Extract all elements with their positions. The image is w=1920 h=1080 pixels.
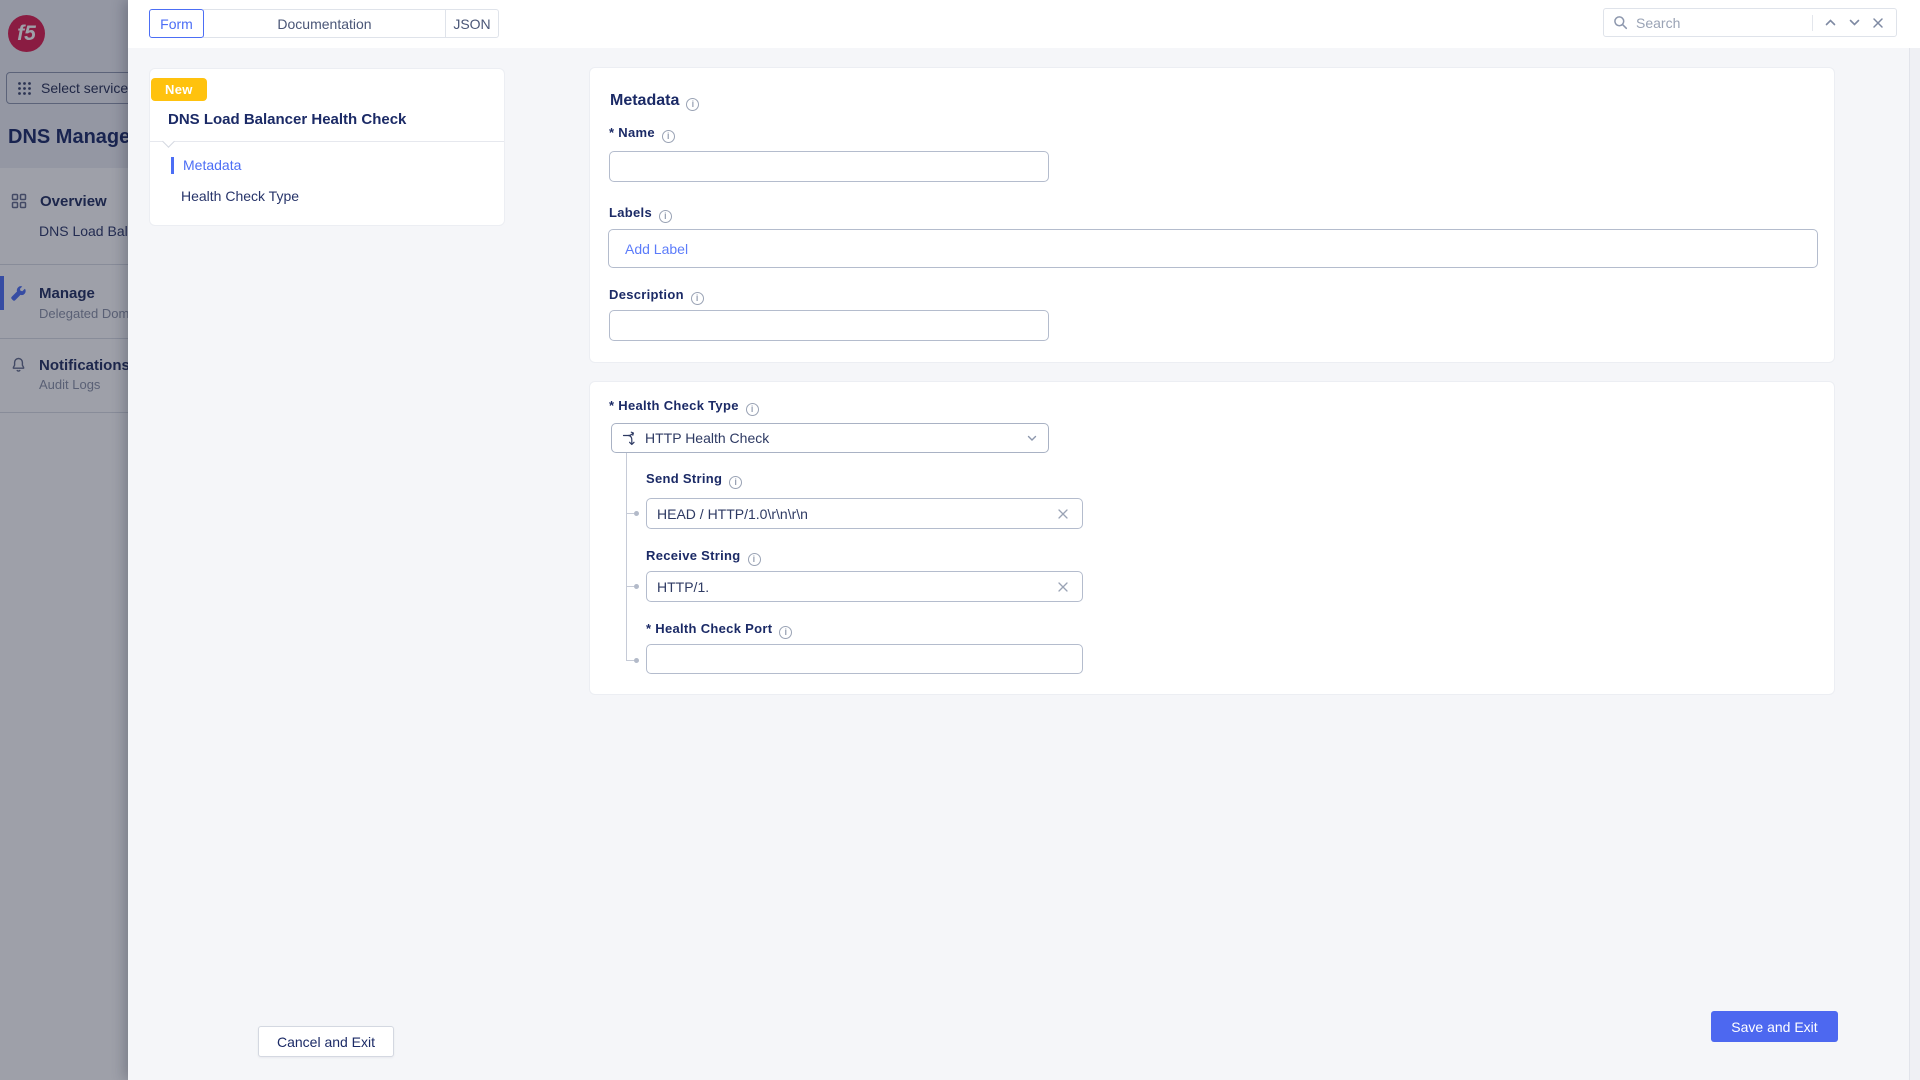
info-icon[interactable]: i <box>746 403 759 416</box>
cancel-and-exit-button[interactable]: Cancel and Exit <box>258 1026 394 1057</box>
section-notch <box>162 135 175 148</box>
tree-connector-dot <box>634 584 639 589</box>
info-icon[interactable]: i <box>659 210 672 223</box>
health-check-port-input[interactable] <box>646 644 1083 674</box>
health-check-port-label: * Health Check Porti <box>646 621 792 639</box>
tree-connector <box>626 453 627 660</box>
chevron-down-icon <box>1026 432 1038 444</box>
info-icon[interactable]: i <box>691 292 704 305</box>
divider <box>150 141 504 142</box>
close-icon <box>1872 17 1884 29</box>
send-string-label: Send Stringi <box>646 471 742 489</box>
scrollbar-track[interactable] <box>1909 48 1920 1080</box>
search-box <box>1603 8 1897 37</box>
active-step-indicator <box>171 157 174 174</box>
status-badge: New <box>151 78 207 101</box>
modal-dim-overlay <box>0 0 128 1080</box>
labels-label: Labelsi <box>609 205 672 223</box>
wizard-nav-card: New DNS Load Balancer Health Check Metad… <box>149 68 505 226</box>
tree-connector-dot <box>634 658 639 663</box>
info-icon[interactable]: i <box>729 476 742 489</box>
clear-icon[interactable] <box>1055 579 1071 595</box>
modal-content: New DNS Load Balancer Health Check Metad… <box>128 48 1920 1080</box>
modal-topbar: Form Documentation JSON <box>128 0 1920 48</box>
wizard-step-health-check-type[interactable]: Health Check Type <box>181 188 299 204</box>
tab-documentation[interactable]: Documentation <box>203 9 446 38</box>
name-input[interactable] <box>609 151 1049 182</box>
labels-input[interactable]: Add Label <box>608 229 1818 268</box>
clear-icon[interactable] <box>1055 506 1071 522</box>
receive-string-label: Receive Stringi <box>646 548 761 566</box>
divider <box>1812 15 1813 31</box>
search-input[interactable] <box>1628 15 1807 31</box>
search-next-button[interactable] <box>1842 11 1866 35</box>
info-icon[interactable]: i <box>686 98 699 111</box>
search-prev-button[interactable] <box>1818 11 1842 35</box>
receive-string-input[interactable] <box>646 571 1083 602</box>
health-check-type-value: HTTP Health Check <box>645 430 1018 446</box>
save-and-exit-button[interactable]: Save and Exit <box>1711 1011 1838 1042</box>
tab-form[interactable]: Form <box>149 9 204 38</box>
health-check-type-label: * Health Check Typei <box>609 398 759 416</box>
info-icon[interactable]: i <box>748 553 761 566</box>
wizard-title: DNS Load Balancer Health Check <box>168 111 406 128</box>
metadata-card: Metadatai * Namei Labelsi Add Label Desc… <box>589 67 1835 363</box>
send-string-input[interactable] <box>646 498 1083 529</box>
info-icon[interactable]: i <box>662 130 675 143</box>
health-check-modal: Form Documentation JSON <box>128 0 1920 1080</box>
chevron-up-icon <box>1824 16 1837 29</box>
health-check-type-select[interactable]: HTTP Health Check <box>611 423 1049 453</box>
tree-connector-dot <box>634 511 639 516</box>
name-label: * Namei <box>609 125 675 143</box>
wizard-step-metadata[interactable]: Metadata <box>183 157 241 173</box>
metadata-heading: Metadatai <box>610 92 699 111</box>
description-input[interactable] <box>609 310 1049 341</box>
search-close-button[interactable] <box>1866 11 1890 35</box>
add-label-placeholder[interactable]: Add Label <box>609 241 688 257</box>
info-icon[interactable]: i <box>779 626 792 639</box>
view-tabs: Form Documentation JSON <box>149 9 499 38</box>
branch-type-icon <box>622 431 637 446</box>
health-check-type-card: * Health Check Typei HTTP Health Check <box>589 381 1835 695</box>
description-label: Descriptioni <box>609 287 704 305</box>
tab-json[interactable]: JSON <box>445 9 499 38</box>
chevron-down-icon <box>1848 16 1861 29</box>
search-icon <box>1613 15 1628 30</box>
